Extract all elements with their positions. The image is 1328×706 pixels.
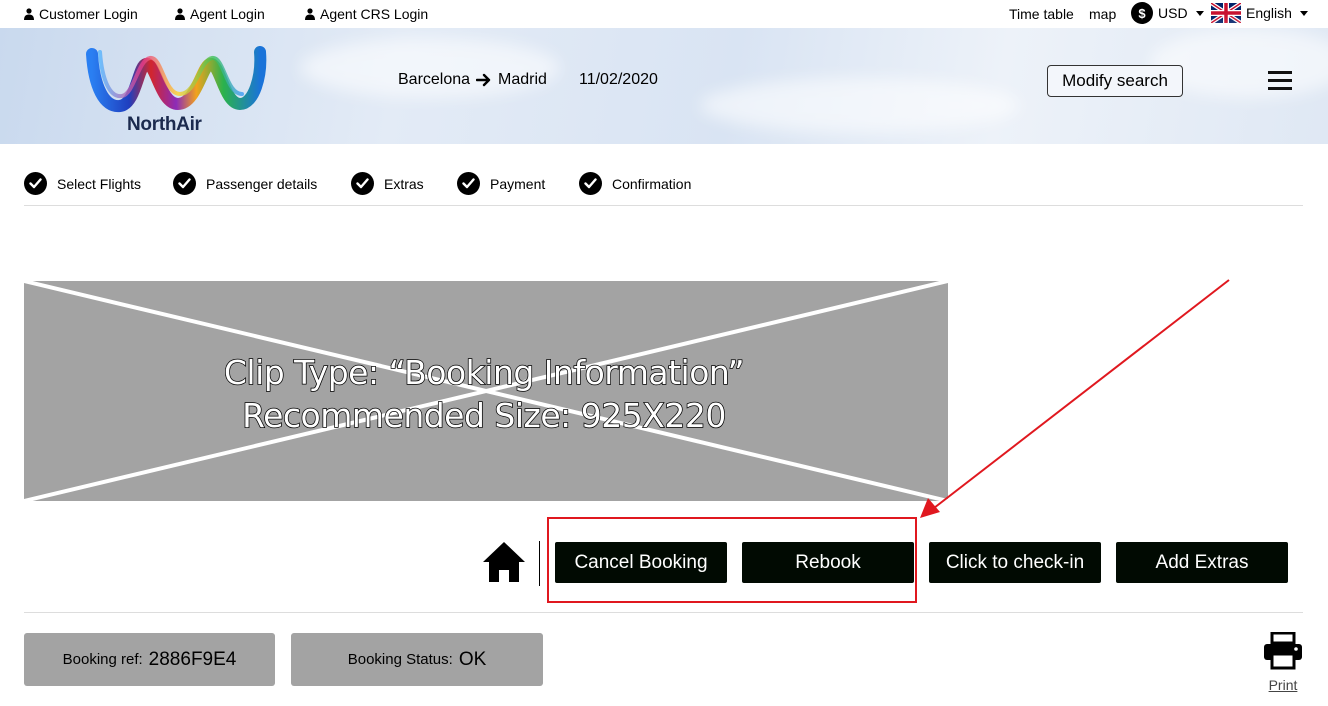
booking-status-label: Booking Status: [347,651,453,668]
step-label: Confirmation [612,175,692,192]
customer-login-label: Customer Login [39,6,138,22]
map-label: map [1089,6,1117,22]
print-button[interactable]: Print [1262,631,1304,693]
step-select-flights[interactable]: Select Flights [24,172,141,195]
booking-ref-value: 2886F9E4 [148,648,237,670]
booking-ref-label: Booking ref: [62,651,143,668]
step-label: Select Flights [57,175,142,192]
home-icon[interactable] [482,541,526,583]
language-dropdown[interactable]: English [1211,3,1308,23]
map-link[interactable]: map [1089,6,1116,22]
travel-date-value: 11/02/2020 [579,71,658,88]
print-label: Print [1268,677,1298,693]
menu-icon[interactable] [1268,71,1292,91]
brand-name: NorthAir [127,114,202,135]
separator [539,541,540,586]
cloud-decoration [300,38,560,98]
user-icon [305,8,315,20]
dollar-icon: $ [1131,2,1153,24]
language-label: English [1246,5,1292,21]
modify-search-button[interactable]: Modify search [1047,65,1183,97]
northair-logo[interactable] [84,46,268,116]
check-circle-icon [24,172,47,195]
check-in-button[interactable]: Click to check-in [929,542,1101,583]
step-confirmation[interactable]: Confirmation [579,172,691,195]
clip-caption: Clip Type: “Booking Information” Recomme… [24,351,944,437]
route-summary: Barcelona Madrid [398,71,547,89]
destination-city: Madrid [498,71,547,88]
origin-city: Barcelona [398,71,471,88]
arrow-right-icon [476,73,491,87]
check-circle-icon [457,172,480,195]
user-icon [24,8,34,20]
annotation-highlight-box [547,517,917,603]
header-banner: NorthAir Barcelona Madrid 11/02/2020 Mod… [0,28,1328,144]
logo-mark-icon [86,46,267,113]
agent-login-label: Agent Login [190,6,265,22]
currency-dropdown[interactable]: $ USD [1131,2,1204,24]
step-label: Extras [384,175,424,192]
step-payment[interactable]: Payment [457,172,545,195]
booking-status-box: Booking Status: OK [291,633,543,686]
agent-crs-login-label: Agent CRS Login [320,6,429,22]
time-table-link[interactable]: Time table [1009,6,1074,22]
step-passenger-details[interactable]: Passenger details [173,172,317,195]
booking-status-value: OK [458,648,487,670]
printer-icon [1264,631,1302,670]
travel-date: 11/02/2020 [579,71,658,89]
check-circle-icon [351,172,374,195]
cloud-decoration [700,78,1020,133]
check-circle-icon [173,172,196,195]
time-table-label: Time table [1009,6,1074,22]
booking-ref-box: Booking ref: 2886F9E4 [24,633,275,686]
user-icon [175,8,185,20]
add-extras-button[interactable]: Add Extras [1116,542,1288,583]
chevron-down-icon [1195,10,1204,16]
step-label: Passenger details [206,175,318,192]
top-bar: Customer Login Agent Login Agent CRS Log… [0,0,1328,28]
step-label: Payment [490,175,546,192]
booking-information-clip-placeholder: Clip Type: “Booking Information” Recomme… [24,281,948,501]
agent-crs-login-link[interactable]: Agent CRS Login [305,6,428,22]
check-circle-icon [579,172,602,195]
clip-size-text: Recommended Size: 925X220 [241,395,727,436]
agent-login-link[interactable]: Agent Login [175,6,265,22]
divider [24,205,1303,206]
chevron-down-icon [1299,10,1308,16]
clip-type-text: Clip Type: “Booking Information” [223,352,745,393]
currency-label: USD [1158,5,1188,21]
divider [24,612,1303,613]
customer-login-link[interactable]: Customer Login [24,6,138,22]
uk-flag-icon [1211,3,1241,23]
step-extras[interactable]: Extras [351,172,424,195]
